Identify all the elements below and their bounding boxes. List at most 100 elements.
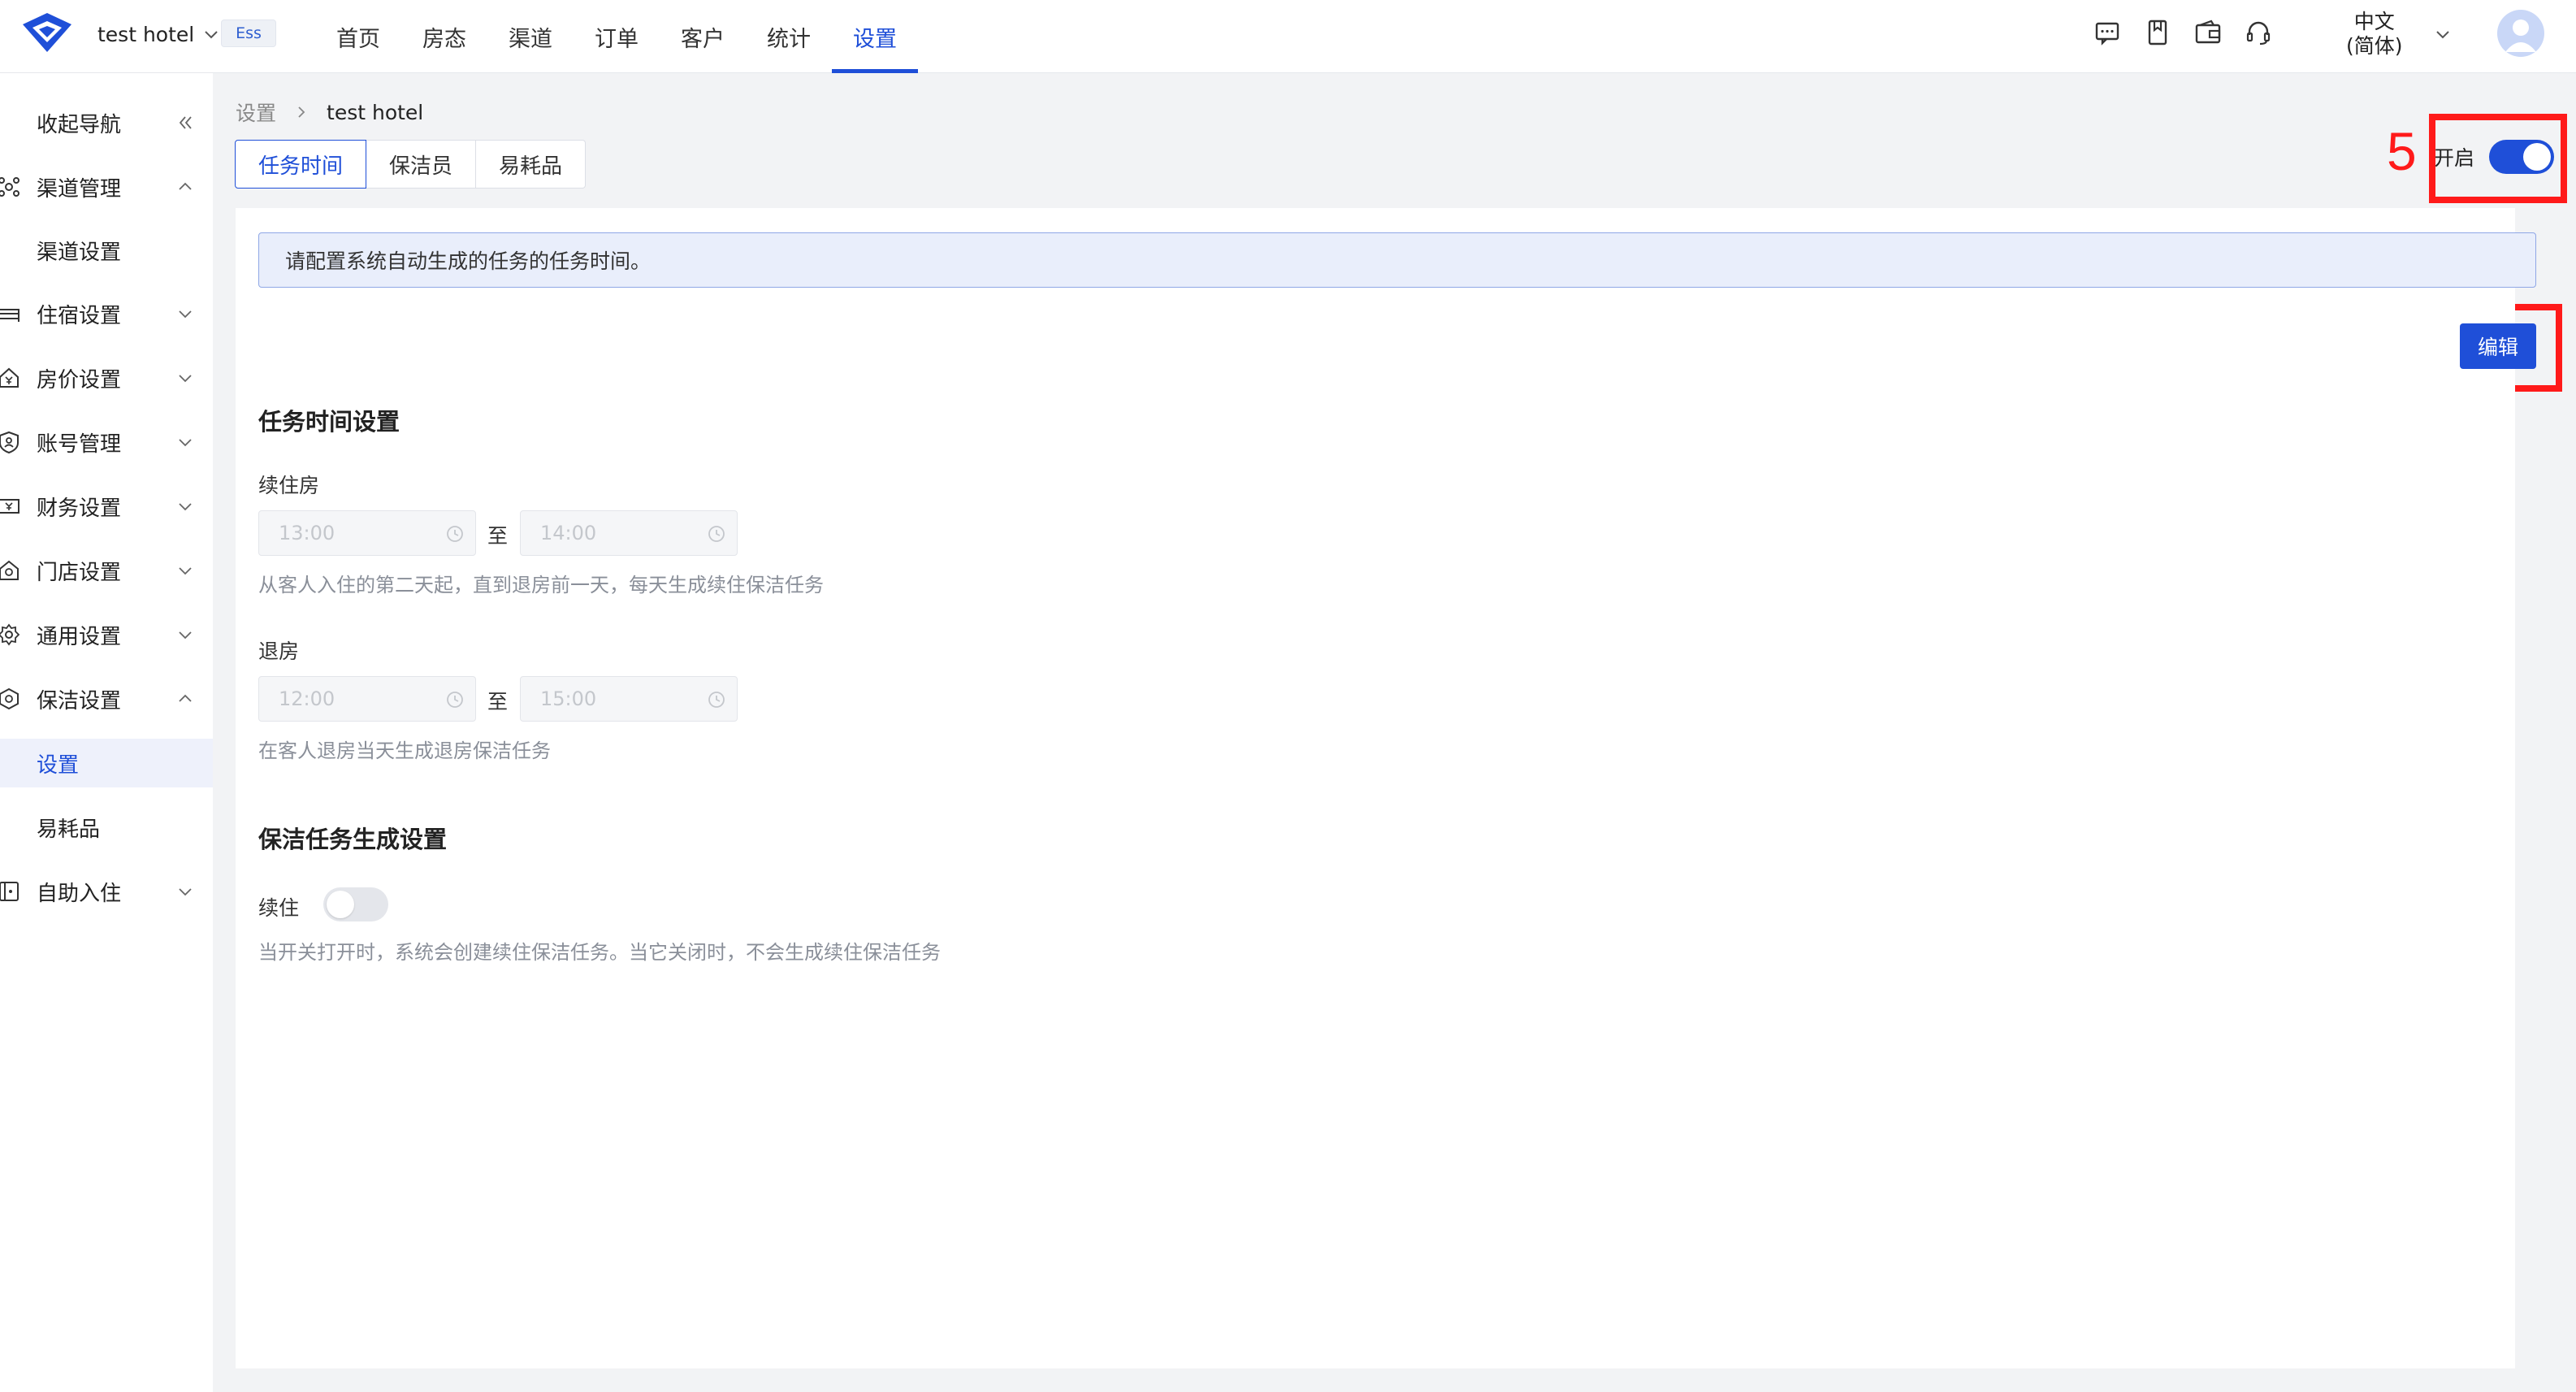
checkout-hint: 在客人退房当天生成退房保洁任务 bbox=[258, 739, 551, 762]
sidebar-collapse-label: 收起导航 bbox=[37, 112, 122, 137]
nav-settings[interactable]: 设置 bbox=[832, 0, 918, 73]
cleaning-icon bbox=[0, 687, 19, 710]
chevron-up-icon bbox=[179, 694, 192, 702]
time-value: 13:00 bbox=[279, 522, 336, 544]
sidebar-item-label: 渠道管理 bbox=[37, 176, 122, 202]
time-value: 14:00 bbox=[540, 522, 597, 544]
sidebar-item-accounts[interactable]: 账号管理 bbox=[0, 418, 213, 466]
wallet-icon[interactable] bbox=[2193, 18, 2223, 47]
stay-toggle-label: 续住 bbox=[258, 896, 300, 920]
chevron-down-icon bbox=[179, 567, 192, 575]
double-chevron-left-icon bbox=[179, 116, 192, 129]
range-separator: 至 bbox=[487, 524, 509, 548]
breadcrumb: 设置 test hotel bbox=[236, 98, 423, 127]
sidebar-item-rates[interactable]: 房价设置 bbox=[0, 353, 213, 402]
hotel-name: test hotel bbox=[97, 22, 195, 46]
chevron-up-icon bbox=[179, 182, 192, 190]
task-time-title: 任务时间设置 bbox=[258, 408, 400, 436]
checkout-start-time-input[interactable]: 12:00 bbox=[258, 676, 476, 722]
language-selector[interactable]: 中文 (简体) bbox=[2346, 10, 2403, 59]
nav-customers[interactable]: 客户 bbox=[660, 0, 746, 73]
user-avatar-icon bbox=[2505, 20, 2536, 52]
sub-tabs: 任务时间 保洁员 易耗品 bbox=[235, 140, 587, 189]
clock-icon bbox=[447, 692, 463, 708]
chevron-down-icon bbox=[205, 31, 218, 39]
chevron-down-icon bbox=[179, 310, 192, 319]
sidebar-item-label: 通用设置 bbox=[37, 624, 122, 649]
page-root: test hotel Ess 首页 房态 渠道 订单 客户 统计 设置 中文 (… bbox=[0, 0, 2576, 1392]
nav-home[interactable]: 首页 bbox=[315, 0, 401, 73]
sidebar-item-finance[interactable]: 财务设置 bbox=[0, 482, 213, 531]
checkout-label: 退房 bbox=[258, 640, 300, 663]
sidebar-item-label: 自助入住 bbox=[37, 881, 122, 906]
tab-consumables[interactable]: 易耗品 bbox=[475, 140, 587, 189]
chevron-right-icon bbox=[298, 106, 305, 118]
annotation-box bbox=[2429, 114, 2567, 203]
time-value: 15:00 bbox=[540, 687, 597, 710]
range-separator: 至 bbox=[487, 690, 509, 713]
stay-hint: 从客人入住的第二天起，直到退房前一天，每天生成续住保洁任务 bbox=[258, 574, 824, 596]
clock-icon bbox=[447, 526, 463, 542]
sidebar-item-store[interactable]: 门店设置 bbox=[0, 546, 213, 595]
chevron-down-icon[interactable] bbox=[2433, 24, 2453, 44]
time-value: 12:00 bbox=[279, 687, 336, 710]
top-icon-group bbox=[2093, 18, 2273, 47]
stay-generation-toggle[interactable] bbox=[323, 887, 388, 921]
sidebar-collapse[interactable]: 收起导航 bbox=[0, 98, 213, 147]
stay-end-time-input[interactable]: 14:00 bbox=[520, 510, 738, 556]
stay-room-label: 续住房 bbox=[258, 474, 320, 497]
sidebar-item-label: 渠道设置 bbox=[37, 240, 122, 265]
language-line-2: (简体) bbox=[2346, 34, 2403, 58]
main-nav: 首页 房态 渠道 订单 客户 统计 设置 bbox=[315, 0, 918, 73]
nav-room-status[interactable]: 房态 bbox=[401, 0, 487, 73]
checkout-end-time-input[interactable]: 15:00 bbox=[520, 676, 738, 722]
chevron-down-icon bbox=[179, 375, 192, 383]
chevron-down-icon bbox=[179, 888, 192, 896]
price-tag-icon bbox=[0, 367, 19, 388]
stay-start-time-input[interactable]: 13:00 bbox=[258, 510, 476, 556]
breadcrumb-current: test hotel bbox=[327, 100, 424, 124]
nav-statistics[interactable]: 统计 bbox=[746, 0, 832, 73]
sidebar-item-label: 门店设置 bbox=[37, 560, 122, 585]
chevron-down-icon bbox=[179, 439, 192, 447]
sidebar-item-general[interactable]: 通用设置 bbox=[0, 610, 213, 659]
annotation-number: 5 bbox=[2387, 121, 2417, 181]
sidebar-item-channel-settings[interactable]: 渠道设置 bbox=[0, 226, 213, 275]
headset-icon[interactable] bbox=[2244, 18, 2273, 47]
hotel-selector[interactable]: test hotel bbox=[97, 18, 220, 50]
brand-logo-icon[interactable] bbox=[19, 10, 75, 55]
sidebar-item-self-checkin[interactable]: 自助入住 bbox=[0, 867, 213, 916]
tab-task-time[interactable]: 任务时间 bbox=[235, 140, 367, 189]
bed-icon bbox=[0, 309, 19, 322]
sidebar-item-cleaning[interactable]: 保洁设置 bbox=[0, 674, 213, 723]
channel-icon bbox=[0, 177, 19, 197]
sidebar: 收起导航 渠道管理 渠道设置 住宿设置 房价设置 账号管理 财务设置 门店设置 … bbox=[0, 73, 213, 1392]
generation-hint: 当开关打开时，系统会创建续住保洁任务。当它关闭时，不会生成续住保洁任务 bbox=[258, 941, 941, 964]
toggle-knob bbox=[327, 891, 354, 918]
top-bar: test hotel Ess 首页 房态 渠道 订单 客户 统计 设置 中文 (… bbox=[0, 0, 2576, 73]
store-icon bbox=[0, 560, 19, 580]
gear-icon bbox=[0, 623, 20, 646]
finance-icon bbox=[0, 499, 19, 514]
sidebar-item-label: 房价设置 bbox=[37, 367, 122, 392]
clock-icon bbox=[708, 526, 725, 542]
message-icon[interactable] bbox=[2093, 18, 2122, 47]
sidebar-item-channel-mgmt[interactable]: 渠道管理 bbox=[0, 163, 213, 211]
sidebar-item-lodging[interactable]: 住宿设置 bbox=[0, 289, 213, 338]
chevron-down-icon bbox=[179, 631, 192, 640]
clock-icon bbox=[708, 692, 725, 708]
sidebar-item-label: 易耗品 bbox=[37, 817, 101, 842]
avatar[interactable] bbox=[2497, 10, 2544, 57]
plan-badge: Ess bbox=[221, 20, 276, 47]
sidebar-item-cleaning-settings[interactable]: 设置 bbox=[0, 739, 213, 787]
breadcrumb-root[interactable]: 设置 bbox=[236, 98, 276, 127]
edit-button[interactable]: 编辑 bbox=[2460, 323, 2536, 369]
tab-cleaners[interactable]: 保洁员 bbox=[366, 140, 477, 189]
nav-channel[interactable]: 渠道 bbox=[487, 0, 574, 73]
nav-orders[interactable]: 订单 bbox=[574, 0, 660, 73]
bookmark-icon[interactable] bbox=[2143, 18, 2172, 47]
sidebar-item-label: 设置 bbox=[37, 752, 80, 778]
sidebar-item-consumables[interactable]: 易耗品 bbox=[0, 803, 213, 852]
info-notice: 请配置系统自动生成的任务的任务时间。 bbox=[258, 232, 2536, 288]
sidebar-item-label: 保洁设置 bbox=[37, 688, 122, 713]
